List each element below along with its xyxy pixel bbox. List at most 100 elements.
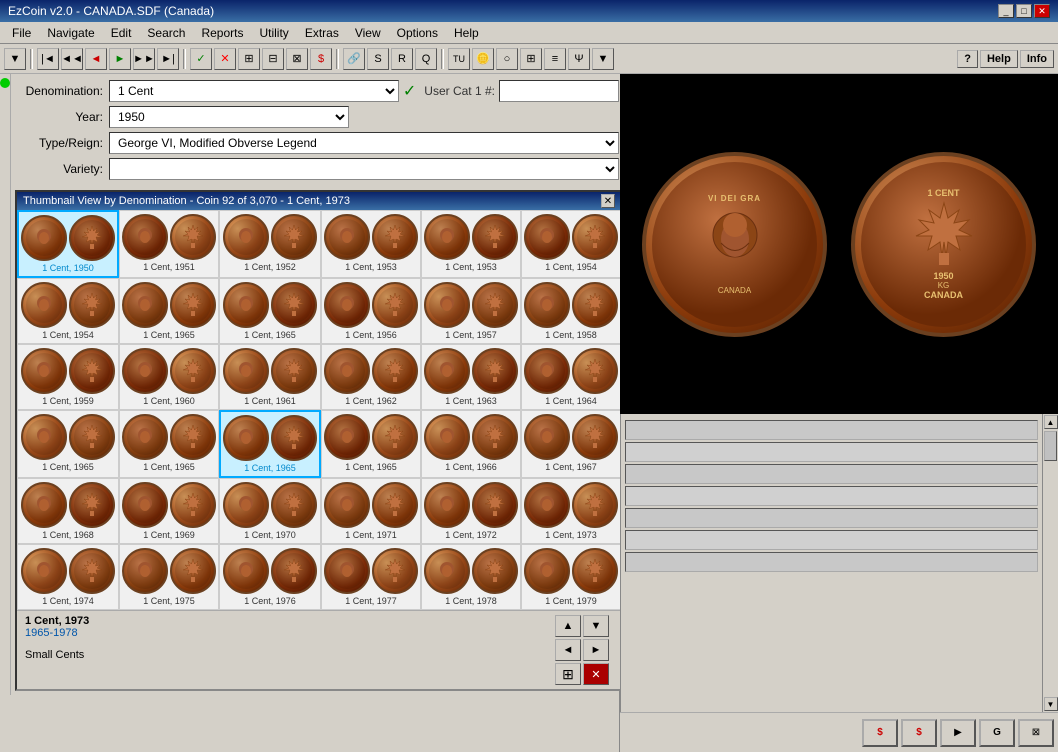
- menu-options[interactable]: Options: [389, 24, 446, 42]
- nav-x-button[interactable]: ✕: [583, 663, 609, 685]
- coin-thumbnail-inner: [127, 487, 163, 523]
- thumbnail-cell[interactable]: 1 Cent, 1977: [321, 544, 421, 610]
- minimize-button[interactable]: _: [998, 4, 1014, 18]
- thumbnail-cell[interactable]: 1 Cent, 1965: [219, 410, 321, 478]
- dollar-btn[interactable]: $: [310, 48, 332, 70]
- menu-edit[interactable]: Edit: [103, 24, 140, 42]
- menu-reports[interactable]: Reports: [193, 24, 251, 42]
- check-btn[interactable]: ✓: [190, 48, 212, 70]
- menu-search[interactable]: Search: [139, 24, 193, 42]
- variety-select[interactable]: [109, 158, 619, 180]
- action-play[interactable]: ▶: [940, 719, 976, 747]
- thumbnail-cell[interactable]: 1 Cent, 1973: [521, 478, 621, 544]
- thumbnail-cell[interactable]: 1 Cent, 1967: [521, 410, 621, 478]
- type-select[interactable]: George VI, Modified Obverse Legend: [109, 132, 619, 154]
- nav-next[interactable]: ►: [109, 48, 131, 70]
- nav-up-button[interactable]: ▲: [555, 615, 581, 637]
- thumbnail-cell[interactable]: 1 Cent, 1976: [219, 544, 321, 610]
- thumbnail-cell[interactable]: 1 Cent, 1965: [219, 278, 321, 344]
- thumbnail-cell[interactable]: 1 Cent, 1979: [521, 544, 621, 610]
- thumbnail-cell[interactable]: 1 Cent, 1972: [421, 478, 521, 544]
- menu-utility[interactable]: Utility: [251, 24, 296, 42]
- coin-btn[interactable]: 🪙: [472, 48, 494, 70]
- scroll-up[interactable]: ▲: [1044, 415, 1058, 429]
- tu-btn[interactable]: TU: [448, 48, 470, 70]
- s-btn[interactable]: S: [367, 48, 389, 70]
- thumbnail-cell[interactable]: 1 Cent, 1959: [17, 344, 119, 410]
- nav-down-button[interactable]: ▼: [583, 615, 609, 637]
- thumbnail-cell[interactable]: 1 Cent, 1962: [321, 344, 421, 410]
- denomination-select[interactable]: 1 Cent: [109, 80, 399, 102]
- nav-right-button[interactable]: ►: [583, 639, 609, 661]
- thumbnail-cell[interactable]: 1 Cent, 1970: [219, 478, 321, 544]
- thumbnail-cell[interactable]: 1 Cent, 1964: [521, 344, 621, 410]
- menu-help[interactable]: Help: [446, 24, 487, 42]
- thumbnail-cell[interactable]: 1 Cent, 1963: [421, 344, 521, 410]
- q-btn[interactable]: Q: [415, 48, 437, 70]
- menu-extras[interactable]: Extras: [297, 24, 347, 42]
- thumbnail-cell[interactable]: 1 Cent, 1968: [17, 478, 119, 544]
- scrollbar[interactable]: ▲ ▼: [1042, 414, 1058, 712]
- thumbnail-cell[interactable]: 1 Cent, 1965: [321, 410, 421, 478]
- thumbnail-cell[interactable]: 1 Cent, 1952: [219, 210, 321, 278]
- grid2-btn[interactable]: ⊟: [262, 48, 284, 70]
- thumbnail-cell[interactable]: 1 Cent, 1956: [321, 278, 421, 344]
- menu-file[interactable]: File: [4, 24, 39, 42]
- nav-first[interactable]: |◄: [37, 48, 59, 70]
- thumbnail-cell[interactable]: 1 Cent, 1953: [321, 210, 421, 278]
- thumbnail-cell[interactable]: 1 Cent, 1975: [119, 544, 219, 610]
- action-g[interactable]: G: [979, 719, 1015, 747]
- nav-next-jump[interactable]: ►►: [133, 48, 155, 70]
- thumbnail-cell[interactable]: 1 Cent, 1974: [17, 544, 119, 610]
- thumbnail-cell[interactable]: 1 Cent, 1954: [17, 278, 119, 344]
- thumbnail-cell[interactable]: 1 Cent, 1957: [421, 278, 521, 344]
- user-cat-input[interactable]: [499, 80, 619, 102]
- table-btn[interactable]: ⊞: [520, 48, 542, 70]
- thumbnail-cell[interactable]: 1 Cent, 1965: [17, 410, 119, 478]
- psi-btn[interactable]: Ψ: [568, 48, 590, 70]
- maximize-button[interactable]: □: [1016, 4, 1032, 18]
- thumbnail-cell[interactable]: 1 Cent, 1965: [119, 410, 219, 478]
- scroll-thumb[interactable]: [1044, 431, 1057, 461]
- thumbnail-cell[interactable]: 1 Cent, 1950: [17, 210, 119, 278]
- bar-btn[interactable]: ≡: [544, 48, 566, 70]
- year-select[interactable]: 1950: [109, 106, 349, 128]
- close-button[interactable]: ✕: [1034, 4, 1050, 18]
- nav-prev[interactable]: ◄: [85, 48, 107, 70]
- link-btn[interactable]: 🔗: [343, 48, 365, 70]
- thumbnail-cell[interactable]: 1 Cent, 1958: [521, 278, 621, 344]
- thumbnail-cell[interactable]: 1 Cent, 1951: [119, 210, 219, 278]
- thumbnail-cell[interactable]: 1 Cent, 1978: [421, 544, 521, 610]
- scroll-down[interactable]: ▼: [1044, 697, 1058, 711]
- menu-navigate[interactable]: Navigate: [39, 24, 102, 42]
- thumbnail-cell[interactable]: 1 Cent, 1960: [119, 344, 219, 410]
- thumbnail-cell[interactable]: 1 Cent, 1954: [521, 210, 621, 278]
- nav-last[interactable]: ►|: [157, 48, 179, 70]
- r-btn[interactable]: R: [391, 48, 413, 70]
- thumbnail-cell[interactable]: 1 Cent, 1961: [219, 344, 321, 410]
- minus-btn[interactable]: ⊠: [286, 48, 308, 70]
- nav-prev-jump[interactable]: ◄◄: [61, 48, 83, 70]
- filter-button[interactable]: ▼: [4, 48, 26, 70]
- thumbnail-cell[interactable]: 1 Cent, 1965: [119, 278, 219, 344]
- action-dollar-1[interactable]: $: [862, 719, 898, 747]
- action-grid[interactable]: ⊠: [1018, 719, 1054, 747]
- nav-left-button[interactable]: ◄: [555, 639, 581, 661]
- thumbnail-close-button[interactable]: ✕: [601, 194, 615, 208]
- action-dollar-2[interactable]: $: [901, 719, 937, 747]
- thumbnail-cell[interactable]: 1 Cent, 1971: [321, 478, 421, 544]
- cross-btn[interactable]: ✕: [214, 48, 236, 70]
- dropdown-btn[interactable]: ▼: [592, 48, 614, 70]
- thumbnail-cell[interactable]: 1 Cent, 1969: [119, 478, 219, 544]
- thumbnail-cell[interactable]: 1 Cent, 1953: [421, 210, 521, 278]
- thumbnail-cell[interactable]: 1 Cent, 1966: [421, 410, 521, 478]
- help-button[interactable]: Help: [980, 50, 1018, 68]
- help-icon[interactable]: ?: [957, 50, 978, 68]
- grid-btn[interactable]: ⊞: [238, 48, 260, 70]
- window-controls[interactable]: _ □ ✕: [998, 4, 1050, 18]
- circle-btn[interactable]: ○: [496, 48, 518, 70]
- nav-special-button[interactable]: ⊞: [555, 663, 581, 685]
- menu-view[interactable]: View: [347, 24, 389, 42]
- coin-thumbnail-inner: [276, 487, 312, 523]
- info-button[interactable]: Info: [1020, 50, 1054, 68]
